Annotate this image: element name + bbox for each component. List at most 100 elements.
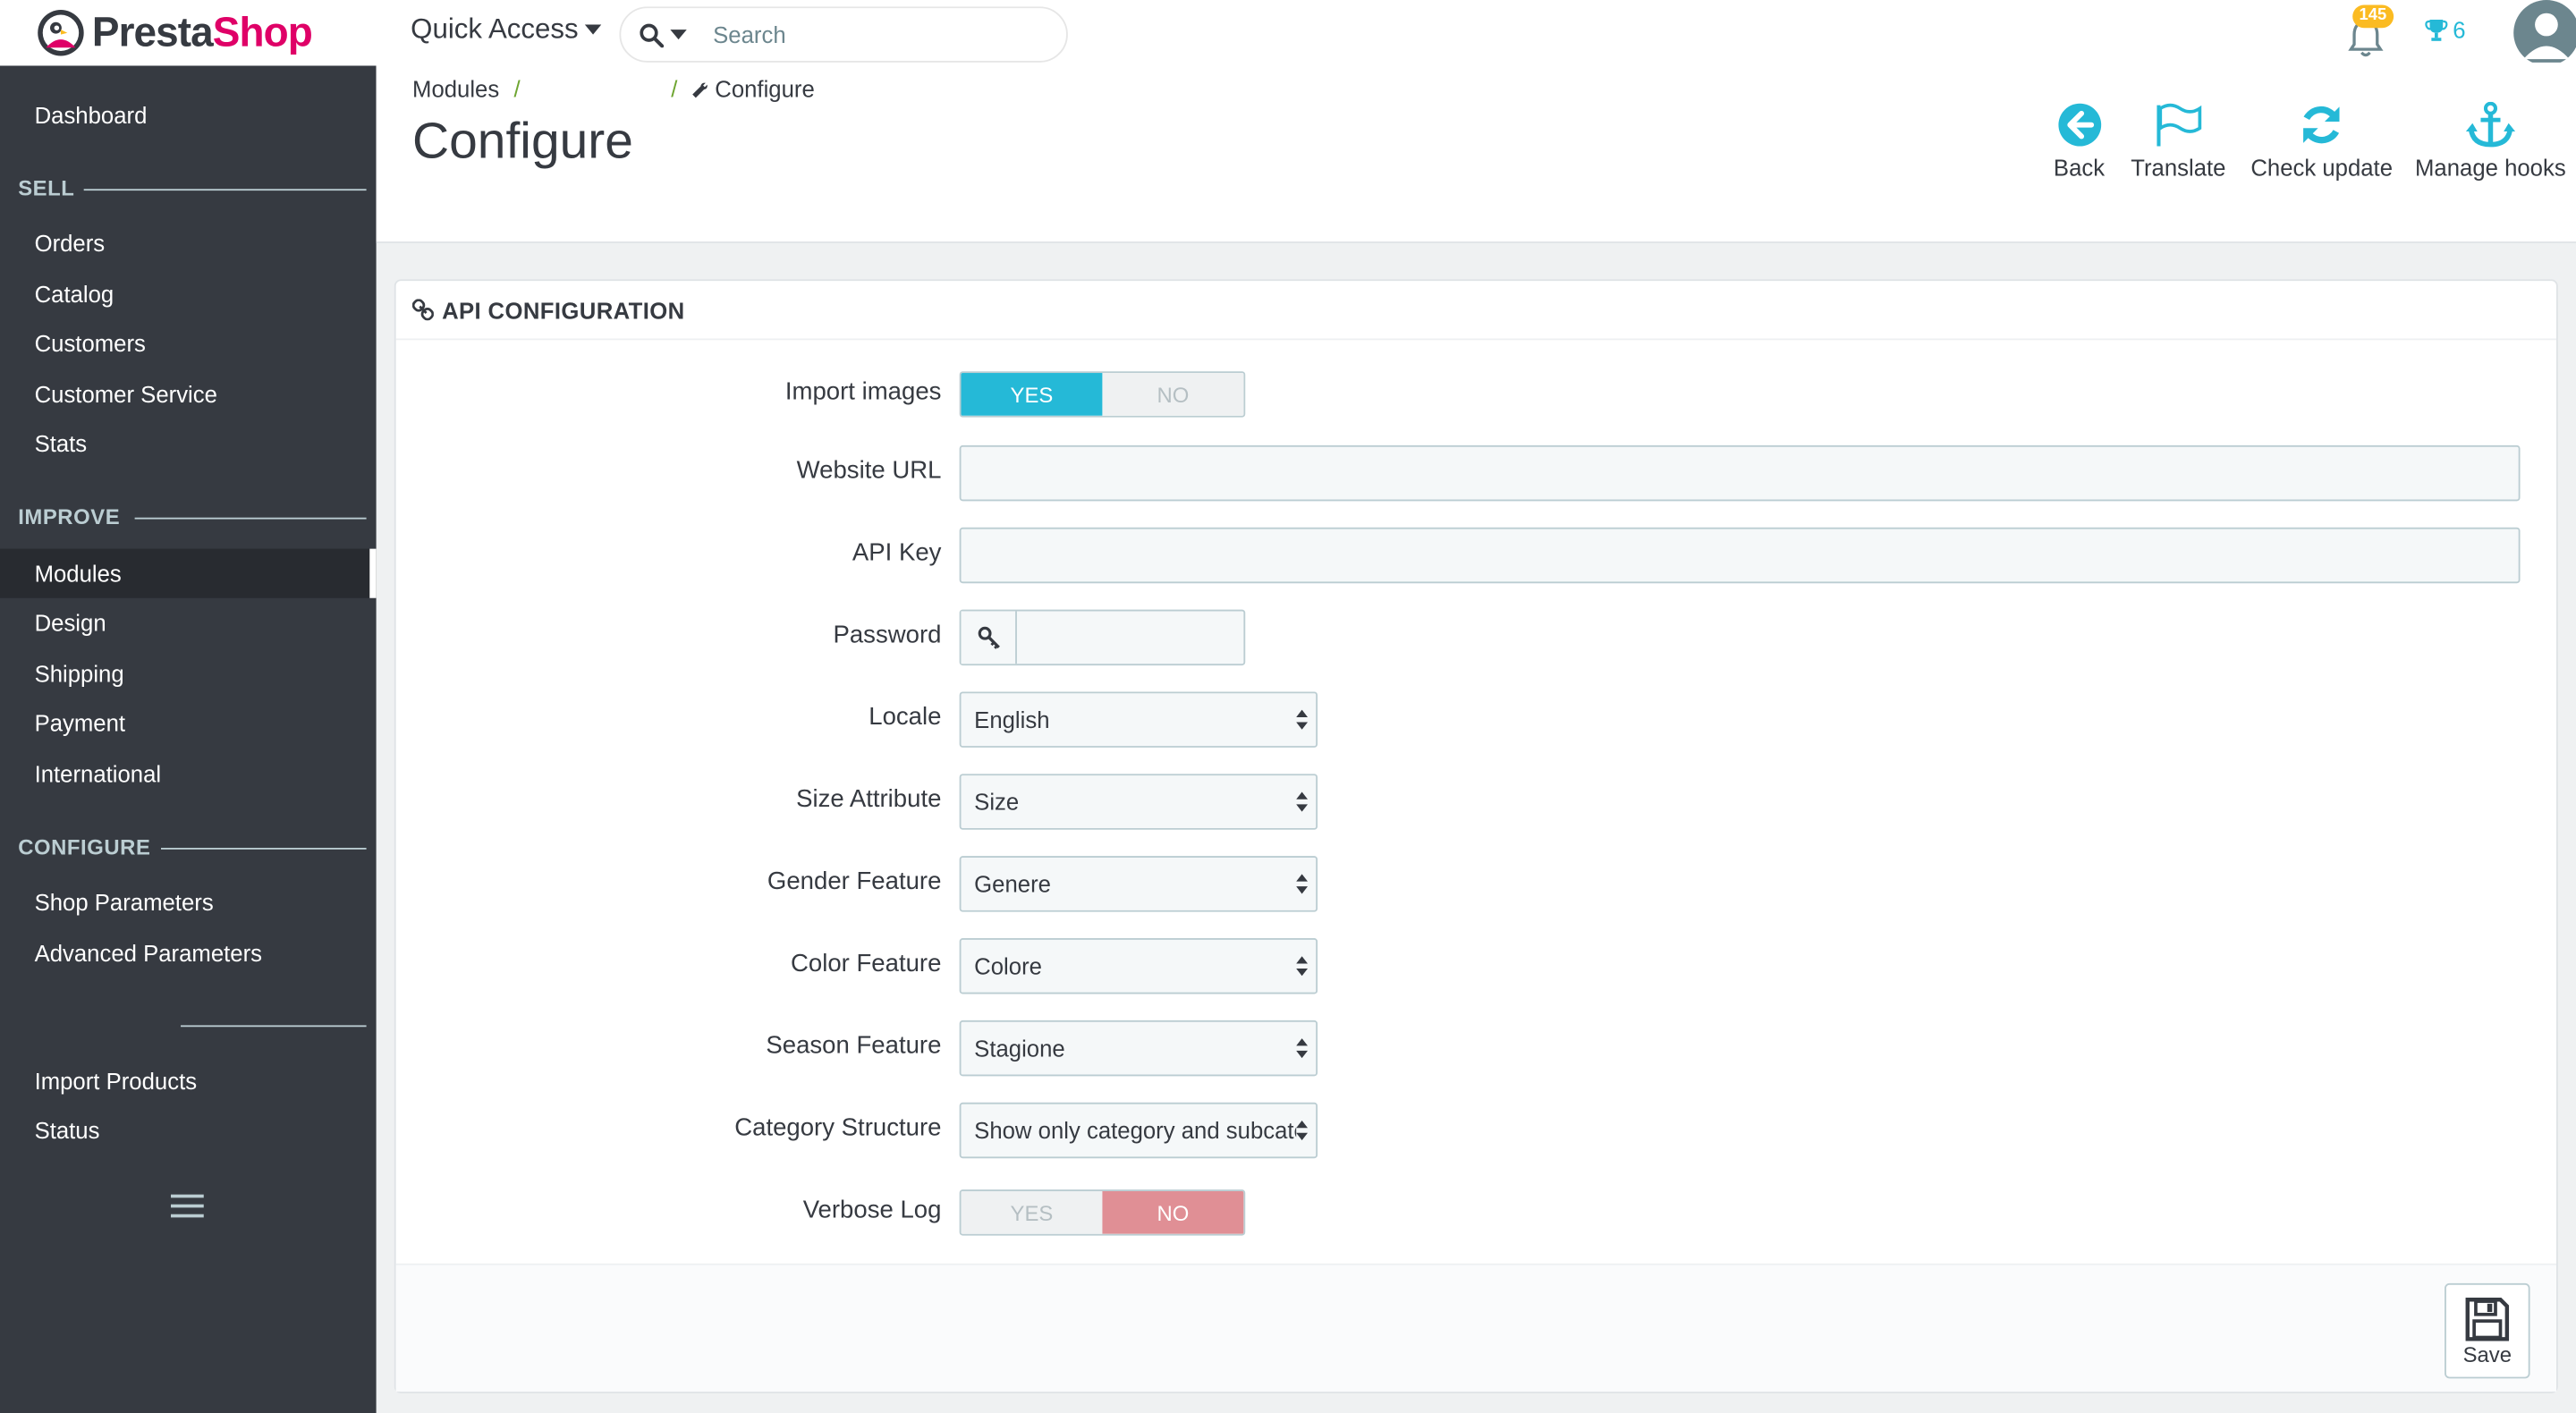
chevron-down-icon	[584, 24, 602, 35]
locale-value: English	[974, 706, 1050, 733]
sidebar-divider	[160, 848, 367, 850]
breadcrumb: Modules / / Configure	[412, 75, 815, 102]
manage-hooks-button[interactable]: Manage hooks	[2414, 101, 2566, 182]
header-search	[619, 6, 1068, 63]
gender-feature-value: Genere	[974, 870, 1051, 898]
color-feature-label: Color Feature	[790, 949, 942, 978]
size-attribute-value: Size	[974, 788, 1020, 816]
select-arrows-icon	[1296, 874, 1309, 894]
search-type-button[interactable]	[621, 22, 699, 47]
verbose-log-no-option[interactable]: NO	[1102, 1190, 1244, 1234]
api-key-field[interactable]	[959, 527, 2521, 584]
select-arrows-icon	[1296, 791, 1309, 812]
wrench-icon	[692, 82, 708, 98]
color-feature-value: Colore	[974, 952, 1042, 979]
panel-title: API CONFIGURATION	[442, 296, 685, 324]
chevron-down-icon	[670, 30, 687, 40]
locale-label: Locale	[869, 703, 942, 732]
key-icon	[977, 626, 999, 649]
sidebar-item-shop-parameters[interactable]: Shop Parameters	[0, 877, 377, 926]
gender-feature-label: Gender Feature	[767, 867, 942, 896]
notifications-button[interactable]: 145	[2346, 4, 2394, 57]
color-feature-select[interactable]: Colore	[959, 938, 1318, 994]
password-field[interactable]	[1016, 611, 1244, 664]
logo-text: PrestaShop	[91, 9, 313, 55]
link-icon	[412, 299, 434, 321]
sidebar-section-configure: CONFIGURE	[18, 834, 151, 859]
category-structure-label: Category Structure	[734, 1113, 942, 1142]
sidebar-section-sell: SELL	[18, 175, 75, 201]
website-url-label: Website URL	[796, 456, 942, 485]
notifications-count-badge: 145	[2352, 4, 2394, 29]
sidebar-item-customers[interactable]: Customers	[0, 318, 377, 368]
arrow-circle-left-icon	[2057, 103, 2101, 147]
quick-access-dropdown[interactable]: Quick Access	[411, 13, 602, 47]
password-label: Password	[833, 621, 942, 649]
save-label: Save	[2462, 1341, 2512, 1366]
select-arrows-icon	[1296, 956, 1309, 977]
verbose-log-yes-option[interactable]: YES	[961, 1190, 1103, 1234]
breadcrumb-modules[interactable]: Modules	[412, 76, 499, 102]
season-feature-select[interactable]: Stagione	[959, 1020, 1318, 1077]
top-bar: PrestaShop Quick Access 145	[0, 0, 2576, 66]
website-url-field[interactable]	[959, 444, 2521, 502]
size-attribute-label: Size Attribute	[796, 785, 942, 814]
floppy-disk-icon	[2465, 1297, 2510, 1341]
sidebar-item-dashboard[interactable]: Dashboard	[0, 90, 377, 140]
gender-feature-select[interactable]: Genere	[959, 856, 1318, 912]
locale-select[interactable]: English	[959, 691, 1318, 748]
quick-access-label: Quick Access	[411, 13, 579, 45]
translate-button[interactable]: Translate	[2131, 102, 2225, 181]
sidebar-divider	[83, 189, 367, 191]
sidebar-item-advanced-parameters[interactable]: Advanced Parameters	[0, 928, 377, 977]
import-images-label: Import images	[784, 377, 942, 406]
refresh-icon	[2303, 106, 2340, 144]
api-configuration-panel: API CONFIGURATION Import images YES NO W…	[394, 279, 2558, 1393]
sidebar-item-catalog[interactable]: Catalog	[0, 269, 377, 318]
import-images-no-option[interactable]: NO	[1102, 373, 1244, 416]
api-key-label: API Key	[852, 538, 942, 567]
flag-icon	[2157, 103, 2202, 147]
import-images-switch: YES NO	[959, 371, 1246, 418]
sidebar-item-customer-service[interactable]: Customer Service	[0, 369, 377, 419]
save-button[interactable]: Save	[2445, 1282, 2530, 1379]
size-attribute-select[interactable]: Size	[959, 774, 1318, 830]
verbose-log-switch: YES NO	[959, 1189, 1246, 1236]
panel-footer: Save	[395, 1263, 2556, 1392]
sidebar-item-orders[interactable]: Orders	[0, 218, 377, 267]
sidebar-item-stats[interactable]: Stats	[0, 419, 377, 468]
manage-hooks-label: Manage hooks	[2414, 154, 2566, 182]
category-structure-select[interactable]: Show only category and subcategory	[959, 1102, 1318, 1159]
search-icon	[640, 22, 665, 47]
menu-collapse-icon[interactable]	[171, 1194, 204, 1218]
sidebar-section-improve: IMPROVE	[18, 504, 121, 529]
back-label: Back	[2053, 154, 2106, 182]
sidebar-item-international[interactable]: International	[0, 749, 377, 799]
sidebar-item-shipping[interactable]: Shipping	[0, 649, 377, 698]
season-feature-value: Stagione	[974, 1035, 1065, 1062]
search-input[interactable]	[699, 21, 1029, 48]
avatar[interactable]	[2511, 0, 2576, 63]
import-images-yes-option[interactable]: YES	[961, 373, 1103, 416]
sidebar-item-import-products[interactable]: Import Products	[0, 1056, 377, 1105]
select-arrows-icon	[1296, 1120, 1309, 1141]
trophy-button[interactable]: 6	[2425, 16, 2466, 43]
page-title: Configure	[412, 111, 633, 170]
season-feature-label: Season Feature	[766, 1031, 942, 1061]
sidebar-item-design[interactable]: Design	[0, 598, 377, 647]
check-update-button[interactable]: Check update	[2250, 102, 2393, 181]
prestashop-logo[interactable]: PrestaShop	[36, 6, 313, 59]
user-avatar-icon	[2513, 0, 2576, 63]
back-button[interactable]: Back	[2054, 102, 2105, 181]
key-icon-addon	[961, 611, 1017, 664]
select-arrows-icon	[1296, 709, 1309, 730]
sidebar-item-payment[interactable]: Payment	[0, 698, 377, 748]
sidebar: Dashboard SELL Orders Catalog Customers …	[0, 65, 377, 1413]
page-header: Modules / / Configure Configure Back Tra…	[376, 65, 2576, 243]
anchor-icon	[2465, 101, 2515, 148]
password-group	[959, 609, 1246, 666]
sidebar-item-modules[interactable]: Modules	[0, 548, 377, 598]
trophy-icon	[2425, 20, 2448, 41]
sidebar-item-status[interactable]: Status	[0, 1105, 377, 1155]
check-update-label: Check update	[2250, 154, 2394, 182]
